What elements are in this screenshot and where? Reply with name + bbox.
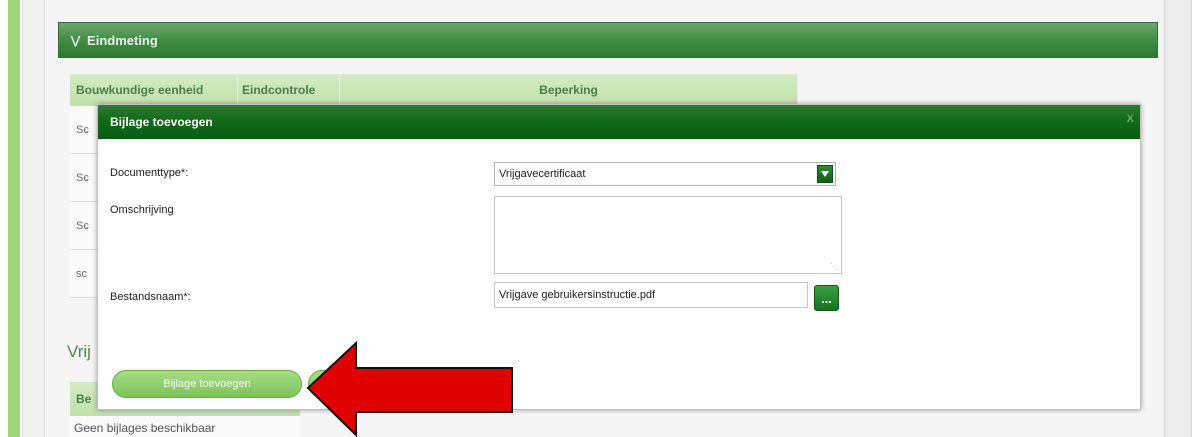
table-row: Sc: [70, 202, 100, 250]
documenttype-select[interactable]: Vrijgavecertificaat: [494, 162, 836, 186]
right-rail: [1164, 0, 1192, 437]
column-header[interactable]: Eindcontrole: [238, 74, 340, 106]
documenttype-label: Documenttype*:: [110, 167, 189, 179]
bestandsnaam-field[interactable]: Vrijgave gebruikersinstructie.pdf: [494, 282, 808, 308]
table-row: sc: [70, 250, 100, 298]
add-attachment-dialog: Bijlage toevoegen X Documenttype*: Vrijg…: [97, 104, 1141, 410]
table-row: Sc: [70, 154, 100, 202]
omschrijving-label: Omschrijving: [110, 204, 174, 216]
bestandsnaam-value: Vrijgave gebruikersinstructie.pdf: [499, 289, 656, 301]
left-accent-bar: [0, 0, 20, 437]
section-header-eindmeting[interactable]: ⋁ Eindmeting: [58, 22, 1158, 58]
table-row: Sc: [70, 106, 100, 154]
dialog-title: Bijlage toevoegen: [110, 115, 213, 129]
vrijgave-title: Vrij: [67, 342, 91, 361]
table-header: Bouwkundige eenheid Eindcontrole Beperki…: [70, 74, 798, 106]
column-header[interactable]: Bouwkundige eenheid: [70, 74, 238, 106]
column-header[interactable]: Beperking: [340, 74, 798, 106]
dialog-titlebar[interactable]: Bijlage toevoegen X: [98, 105, 1140, 139]
close-icon[interactable]: X: [1127, 113, 1134, 125]
empty-message: Geen bijlages beschikbaar: [70, 416, 300, 437]
bestandsnaam-label: Bestandsnaam*:: [110, 291, 191, 303]
omschrijving-textarea[interactable]: ⋱: [494, 196, 842, 274]
documenttype-value: Vrijgavecertificaat: [499, 168, 586, 180]
browse-button[interactable]: ...: [814, 285, 839, 311]
red-arrow-icon: [306, 340, 513, 437]
chevron-down-icon[interactable]: [817, 165, 833, 183]
resize-grip-icon[interactable]: ⋱: [830, 262, 838, 271]
add-attachment-button[interactable]: Bijlage toevoegen: [112, 370, 302, 398]
section-title: Eindmeting: [87, 32, 158, 48]
chevron-down-icon: ⋁: [71, 34, 81, 47]
